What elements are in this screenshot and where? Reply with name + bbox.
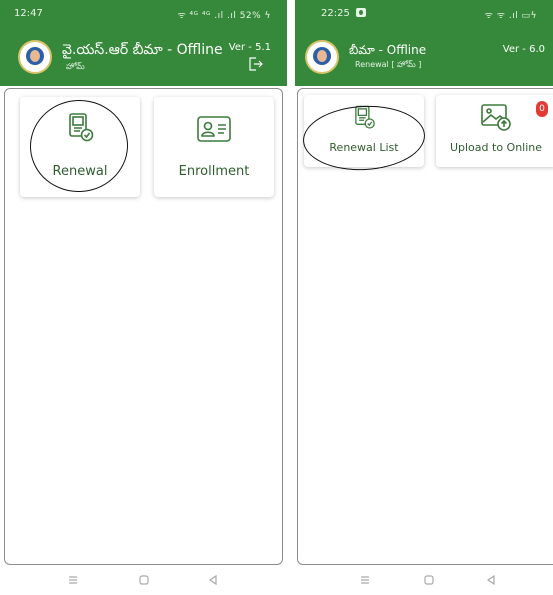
app-logo-icon (305, 40, 339, 74)
pending-count-badge: 0 (536, 101, 548, 117)
upload-online-card[interactable]: Upload to Online 0 (436, 95, 553, 167)
menu-nav-icon[interactable] (358, 573, 372, 587)
renewal-list-label: Renewal List (329, 141, 399, 154)
app-bar: వై.యస్.ఆర్ బీమా - Offline హోమ్ Ver - 5.1 (0, 30, 287, 86)
enrollment-label: Enrollment (178, 164, 250, 179)
renewal-label: Renewal (52, 164, 108, 179)
renewal-card[interactable]: Renewal (20, 97, 140, 197)
app-title: వై.యస్.ఆర్ బీమా - Offline (62, 42, 223, 58)
renewal-document-icon (355, 105, 375, 129)
upload-label: Upload to Online (449, 141, 543, 154)
home-nav-icon[interactable] (422, 573, 436, 587)
app-subtitle: హోమ్ (66, 62, 85, 71)
content-area: Renewal Enrollment (4, 88, 283, 565)
status-bar: 12:47 ᯤ ⁴ᴳ ⁴ᴳ .ıl .ıl 52% ϟ (0, 0, 287, 30)
app-bar: బీమా - Offline Renewal [ హోమ్ ] Ver - 6.… (295, 30, 553, 86)
home-nav-icon[interactable] (137, 573, 151, 587)
system-nav-bar (0, 565, 287, 595)
notification-icon (355, 8, 366, 17)
id-card-icon (197, 116, 231, 142)
version-label: Ver - 5.1 (228, 42, 271, 53)
status-time: 22:25 (321, 8, 366, 19)
back-nav-icon[interactable] (206, 573, 220, 587)
status-indicators: ᯤ ⁴ᴳ ⁴ᴳ .ıl .ıl 52% ϟ (177, 11, 271, 21)
back-nav-icon[interactable] (484, 573, 498, 587)
logout-icon[interactable] (247, 56, 263, 72)
app-title: బీమా - Offline (349, 43, 427, 57)
app-logo-icon (18, 40, 52, 74)
renewal-list-card[interactable]: Renewal List (304, 95, 424, 167)
app-subtitle: Renewal [ హోమ్ ] (355, 60, 422, 69)
phone-screen-left: 12:47 ᯤ ⁴ᴳ ⁴ᴳ .ıl .ıl 52% ϟ వై.యస్.ఆర్ బ… (0, 0, 287, 595)
status-bar: 22:25 ᯤ ᯤ .ıl ▭ϟ (295, 0, 553, 30)
image-upload-icon (481, 104, 511, 131)
content-area: Renewal List Upload to Online 0 (297, 88, 553, 565)
status-indicators: ᯤ ᯤ .ıl ▭ϟ (484, 11, 537, 21)
phone-screen-right: 22:25 ᯤ ᯤ .ıl ▭ϟ బీమా - Offline Renewal … (295, 0, 553, 595)
system-nav-bar (295, 565, 553, 595)
version-label: Ver - 6.0 (502, 44, 545, 55)
status-time: 12:47 (14, 8, 43, 19)
menu-nav-icon[interactable] (66, 573, 80, 587)
enrollment-card[interactable]: Enrollment (154, 97, 274, 197)
renewal-document-icon (69, 113, 94, 142)
